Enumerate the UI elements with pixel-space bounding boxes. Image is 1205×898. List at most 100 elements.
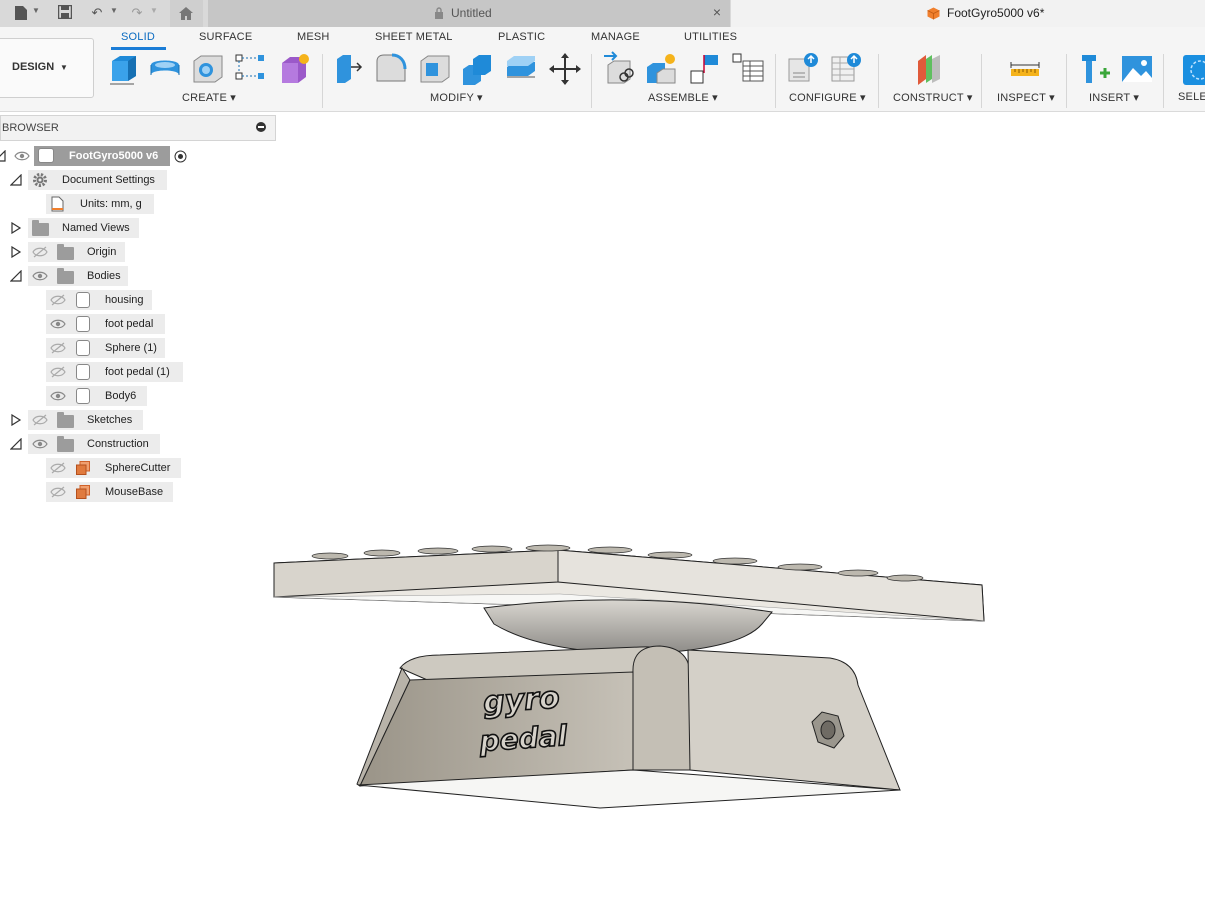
activate-component-icon[interactable] [174, 150, 187, 163]
document-tab-untitled[interactable]: Untitled × [208, 0, 730, 27]
combine-button[interactable] [461, 51, 495, 87]
hidden-eye-icon[interactable] [32, 246, 48, 258]
tree-item-body-foot-pedal[interactable]: foot pedal [0, 314, 170, 334]
workspace-label: DESIGN [12, 61, 55, 73]
hidden-eye-icon[interactable] [50, 294, 66, 306]
move-copy-button[interactable] [548, 51, 582, 87]
component-icon [38, 148, 54, 163]
hole-button[interactable] [191, 51, 225, 87]
redo-caret-icon[interactable]: ▼ [150, 6, 158, 15]
collapse-triangle-icon[interactable] [10, 174, 22, 186]
group-select[interactable]: SELE [1178, 91, 1205, 103]
group-inspect[interactable]: INSPECT ▾ [997, 91, 1055, 104]
group-insert[interactable]: INSERT ▾ [1089, 91, 1139, 104]
hidden-eye-icon[interactable] [50, 486, 66, 498]
group-create[interactable]: CREATE ▾ [182, 91, 236, 104]
tree-item-label: Sketches [87, 414, 133, 426]
new-component-assemble-button[interactable] [602, 51, 636, 87]
joint-button[interactable] [645, 51, 679, 87]
home-icon [179, 7, 193, 20]
offset-face-button[interactable] [504, 51, 538, 87]
gear-icon [33, 173, 47, 187]
redo-icon[interactable]: ↷ [128, 5, 146, 21]
tree-item-bodies[interactable]: Bodies [0, 266, 160, 286]
shell-button[interactable] [418, 51, 452, 87]
visibility-eye-icon[interactable] [50, 318, 66, 330]
tab-solid[interactable]: SOLID [121, 31, 155, 43]
sketch-pattern-button[interactable] [234, 51, 268, 87]
tree-item-body-sphere[interactable]: Sphere (1) [0, 338, 170, 358]
group-construct[interactable]: CONSTRUCT ▾ [893, 91, 973, 104]
group-modify[interactable]: MODIFY ▾ [430, 91, 483, 104]
undo-icon[interactable]: ↶ [88, 5, 106, 21]
file-menu-caret-icon[interactable]: ▼ [32, 6, 40, 15]
save-icon[interactable] [56, 4, 74, 21]
expand-triangle-icon[interactable] [10, 414, 22, 426]
move-arrows-icon [549, 53, 581, 85]
group-separator [878, 54, 879, 108]
configure-icon [788, 53, 818, 82]
tab-utilities[interactable]: UTILITIES [684, 31, 737, 43]
tree-item-named-views[interactable]: Named Views [0, 218, 160, 238]
tree-item-units[interactable]: Units: mm, g [0, 194, 160, 214]
tree-item-sketches[interactable]: Sketches [0, 410, 160, 430]
hidden-eye-icon[interactable] [50, 342, 66, 354]
offset-plane-button[interactable] [914, 51, 948, 87]
tab-manage[interactable]: MANAGE [591, 31, 640, 43]
file-menu-icon[interactable] [12, 5, 30, 21]
folder-icon [57, 412, 74, 428]
bill-of-materials-button[interactable] [731, 51, 765, 87]
tree-item-document-settings[interactable]: Document Settings [0, 170, 170, 190]
tree-item-origin[interactable]: Origin [0, 242, 160, 262]
tree-item-body-foot-pedal-1[interactable]: foot pedal (1) [0, 362, 190, 382]
revolve-button[interactable] [148, 51, 182, 87]
tree-item-body-body6[interactable]: Body6 [0, 386, 160, 406]
document-tab-active[interactable]: FootGyro5000 v6* [731, 0, 1205, 27]
measure-button[interactable] [1008, 51, 1042, 87]
tree-item-plane-mousebase[interactable]: MouseBase [0, 482, 180, 502]
tree-item-label: Sphere (1) [105, 342, 157, 354]
insert-canvas-button[interactable] [1120, 51, 1154, 87]
visibility-eye-icon[interactable] [32, 270, 48, 282]
collapse-triangle-icon[interactable] [10, 438, 22, 450]
browser-header[interactable]: BROWSER [0, 115, 276, 141]
hidden-eye-icon[interactable] [50, 366, 66, 378]
close-tab-icon[interactable]: × [713, 4, 721, 20]
home-button[interactable] [170, 0, 203, 27]
collapse-triangle-icon[interactable] [0, 150, 6, 162]
undo-caret-icon[interactable]: ▼ [110, 6, 118, 15]
hidden-eye-icon[interactable] [50, 462, 66, 474]
visibility-eye-icon[interactable] [14, 150, 30, 162]
configuration-table-button[interactable] [830, 51, 864, 87]
collapse-panel-icon[interactable] [256, 122, 266, 132]
tab-surface[interactable]: SURFACE [199, 31, 252, 43]
insert-mcmaster-button[interactable] [1078, 51, 1112, 87]
press-pull-button[interactable] [331, 51, 365, 87]
tree-root[interactable]: FootGyro5000 v6 [0, 146, 200, 166]
document-cube-icon [927, 7, 940, 20]
select-button[interactable] [1183, 51, 1205, 87]
tree-item-plane-spherecutter[interactable]: SphereCutter [0, 458, 190, 478]
new-component-button[interactable] [106, 51, 140, 87]
visibility-eye-icon[interactable] [50, 390, 66, 402]
form-button[interactable] [278, 51, 312, 87]
configure-button[interactable] [787, 51, 821, 87]
active-tab-indicator [111, 47, 166, 50]
tab-sheet-metal[interactable]: SHEET METAL [375, 31, 453, 43]
hidden-eye-icon[interactable] [32, 414, 48, 426]
tree-item-construction[interactable]: Construction [0, 434, 170, 454]
group-configure[interactable]: CONFIGURE ▾ [789, 91, 866, 104]
workspace-switcher[interactable]: DESIGN ▼ [0, 38, 94, 98]
collapse-triangle-icon[interactable] [10, 270, 22, 282]
tab-plastic[interactable]: PLASTIC [498, 31, 545, 43]
as-built-joint-button[interactable] [688, 51, 722, 87]
fillet-button[interactable] [374, 51, 408, 87]
title-bar: ▼ ↶ ▼ ↷ ▼ Untitled × FootGyro5000 v6* [0, 0, 1205, 27]
visibility-eye-icon[interactable] [32, 438, 48, 450]
tab-mesh[interactable]: MESH [297, 31, 330, 43]
tree-item-body-housing[interactable]: housing [0, 290, 160, 310]
model-viewport[interactable]: gyro pedal [0, 520, 1205, 895]
expand-triangle-icon[interactable] [10, 246, 22, 258]
group-assemble[interactable]: ASSEMBLE ▾ [648, 91, 718, 104]
expand-triangle-icon[interactable] [10, 222, 22, 234]
